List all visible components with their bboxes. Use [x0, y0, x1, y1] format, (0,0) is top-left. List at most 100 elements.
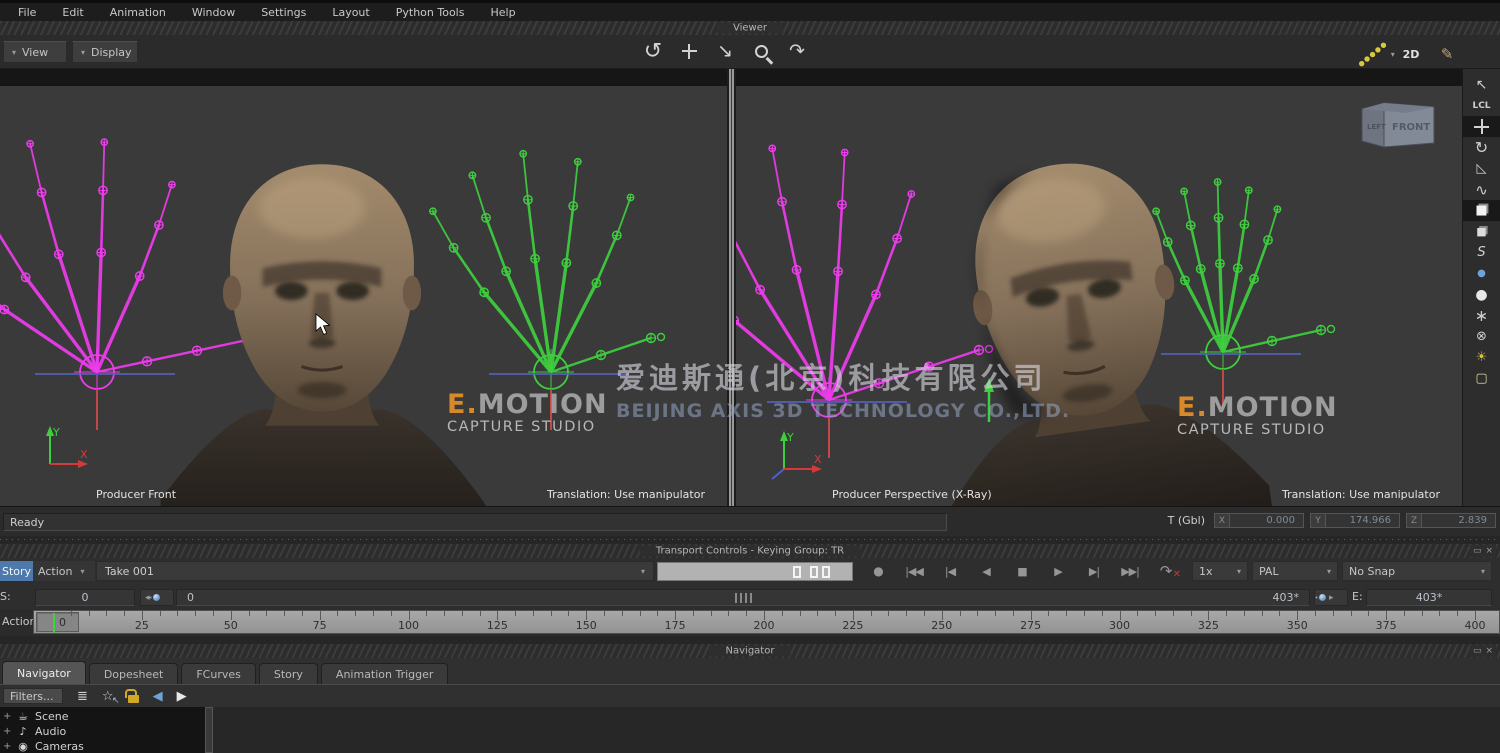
- menu-animation[interactable]: Animation: [98, 5, 178, 20]
- tree-item-audio[interactable]: +♪Audio: [0, 724, 205, 739]
- current-frame-box[interactable]: 0: [36, 612, 79, 632]
- end-frame-field[interactable]: 403*: [1366, 589, 1492, 606]
- cube-solid-tool[interactable]: ■: [1463, 200, 1500, 221]
- curve-tool[interactable]: ∿: [1463, 179, 1500, 200]
- frame-rate-dropdown[interactable]: PAL▾: [1252, 561, 1338, 581]
- playhead[interactable]: [53, 613, 55, 633]
- panel-separator[interactable]: [0, 536, 1500, 544]
- stop-button[interactable]: ■: [1004, 561, 1040, 581]
- expand-icon[interactable]: +: [3, 711, 11, 722]
- hand-skeleton[interactable]: [1153, 179, 1335, 410]
- tab-dopesheet[interactable]: Dopesheet: [89, 663, 179, 684]
- go-to-end-button[interactable]: ▶▶|: [1112, 561, 1148, 581]
- hand-skeleton[interactable]: [430, 151, 665, 430]
- scale-tool[interactable]: ◺: [1463, 158, 1500, 179]
- action-mode-dropdown[interactable]: Action ▾: [33, 561, 95, 581]
- menu-python-tools[interactable]: Python Tools: [384, 5, 477, 20]
- menu-window[interactable]: Window: [180, 5, 247, 20]
- tab-story[interactable]: Story: [259, 663, 318, 684]
- light-tool[interactable]: ☀: [1463, 347, 1500, 368]
- star-filter-icon[interactable]: ☆: [102, 689, 114, 704]
- arc-rotate-tool[interactable]: ↷: [784, 38, 810, 64]
- scroll-right-icon[interactable]: ▸: [1329, 593, 1334, 603]
- start-frame-field[interactable]: 0: [35, 589, 135, 606]
- viewer-panel-header[interactable]: Viewer: [0, 21, 1500, 35]
- snap-tool[interactable]: ∗: [1463, 305, 1500, 326]
- list-view-icon[interactable]: ≣: [77, 689, 88, 704]
- tree-item-label: Audio: [35, 725, 66, 738]
- go-to-start-button[interactable]: |◀◀: [896, 561, 932, 581]
- menu-layout[interactable]: Layout: [320, 5, 381, 20]
- timeline-ruler[interactable]: 0 25507510012515017520022525027530032535…: [33, 610, 1500, 634]
- pan-tool[interactable]: [676, 38, 702, 64]
- story-mode-button[interactable]: Story: [0, 561, 33, 581]
- navigator-panel-header[interactable]: Navigator ▭×: [0, 644, 1500, 658]
- forward-arrow-icon[interactable]: ▶: [177, 689, 187, 704]
- fov-tool[interactable]: ↘: [712, 38, 738, 64]
- tree-scrollbar[interactable]: [205, 707, 213, 753]
- record-button[interactable]: ●: [860, 561, 896, 581]
- previous-key-button[interactable]: |◀: [932, 561, 968, 581]
- constraint-tool[interactable]: ⊗: [1463, 326, 1500, 347]
- filters-button[interactable]: Filters...: [3, 688, 63, 704]
- snap-mode-dropdown[interactable]: No Snap▾: [1342, 561, 1492, 581]
- viewport-splitter[interactable]: [727, 69, 736, 506]
- timeline-scrub-bar[interactable]: [657, 562, 853, 581]
- menu-settings[interactable]: Settings: [249, 5, 318, 20]
- hand-skeleton[interactable]: [0, 139, 261, 430]
- spline-tool[interactable]: S: [1463, 242, 1500, 263]
- expand-icon[interactable]: +: [3, 741, 11, 752]
- tree-item-scene[interactable]: +☕Scene: [0, 709, 205, 724]
- view-cube[interactable]: LEFT FRONT: [1354, 91, 1438, 153]
- polygon-tool[interactable]: ●: [1463, 284, 1500, 305]
- viewport-right[interactable]: YX LEFT FRONT E.MOTION CAPTURE STUDIO Pr…: [736, 69, 1462, 506]
- viewport-left[interactable]: YX E.MOTION CAPTURE STUDIO Producer Fron…: [0, 69, 727, 506]
- zoom-tool[interactable]: [748, 38, 774, 64]
- hand-skeleton[interactable]: [736, 145, 994, 458]
- take-dropdown[interactable]: Take 001 ▾: [96, 561, 654, 581]
- close-icon[interactable]: ×: [1485, 545, 1493, 557]
- select-tool[interactable]: ↖: [1463, 74, 1500, 95]
- loop-toggle-button[interactable]: ↷✕: [1148, 561, 1184, 581]
- transport-panel-header[interactable]: Transport Controls - Keying Group: TR ▭×: [0, 544, 1500, 558]
- keyframe-display-toggle[interactable]: ●●●●●▾: [1362, 41, 1388, 67]
- tab-animation-trigger[interactable]: Animation Trigger: [321, 663, 449, 684]
- menu-file[interactable]: File: [6, 5, 48, 20]
- tab-fcurves[interactable]: FCurves: [181, 663, 256, 684]
- marquee-tool[interactable]: ▢: [1463, 368, 1500, 389]
- close-icon[interactable]: ×: [1485, 645, 1493, 657]
- translate-tool[interactable]: [1463, 116, 1500, 137]
- frame-view-double-icon[interactable]: [810, 566, 818, 578]
- playback-speed-dropdown[interactable]: 1x▾: [1192, 561, 1248, 581]
- play-button[interactable]: ▶: [1040, 561, 1076, 581]
- ruler-tick-label: 250: [931, 619, 952, 632]
- menu-help[interactable]: Help: [478, 5, 527, 20]
- zoom-grip-icon[interactable]: [735, 593, 753, 603]
- menu-edit[interactable]: Edit: [50, 5, 95, 20]
- rotate-tool[interactable]: ↻: [1463, 137, 1500, 158]
- draw-tool[interactable]: ✎: [1434, 41, 1460, 67]
- camera-label: Producer Perspective (X-Ray): [832, 488, 992, 501]
- range-left-handle[interactable]: ◂: [140, 589, 174, 606]
- frame-view-single-icon[interactable]: [793, 566, 801, 578]
- orbit-tool[interactable]: ↺: [640, 38, 666, 64]
- previous-frame-button[interactable]: ◀: [968, 561, 1004, 581]
- range-right-handle[interactable]: ▸: [1314, 589, 1348, 606]
- scroll-left-icon[interactable]: ◂: [145, 593, 150, 603]
- tree-item-cameras[interactable]: +◉Cameras: [0, 739, 205, 753]
- expand-icon[interactable]: +: [3, 726, 11, 737]
- 2d-display-toggle[interactable]: 2D: [1398, 41, 1424, 67]
- minimize-icon[interactable]: ▭: [1473, 645, 1482, 657]
- minimize-icon[interactable]: ▭: [1473, 545, 1482, 557]
- next-key-button[interactable]: ▶|: [1076, 561, 1112, 581]
- head-model[interactable]: [161, 164, 486, 506]
- tab-navigator[interactable]: Navigator: [2, 661, 86, 684]
- view-dropdown[interactable]: ▾ View: [3, 41, 67, 63]
- lock-icon[interactable]: [128, 695, 139, 703]
- display-dropdown[interactable]: ▾ Display: [72, 41, 138, 63]
- lcl-mode-button[interactable]: LCL: [1463, 95, 1500, 116]
- end-frame-label: E:: [1352, 590, 1363, 603]
- back-arrow-icon[interactable]: ◀: [153, 689, 163, 704]
- cube-tool[interactable]: ■: [1463, 221, 1500, 242]
- joint-pin-tool[interactable]: ●: [1463, 263, 1500, 284]
